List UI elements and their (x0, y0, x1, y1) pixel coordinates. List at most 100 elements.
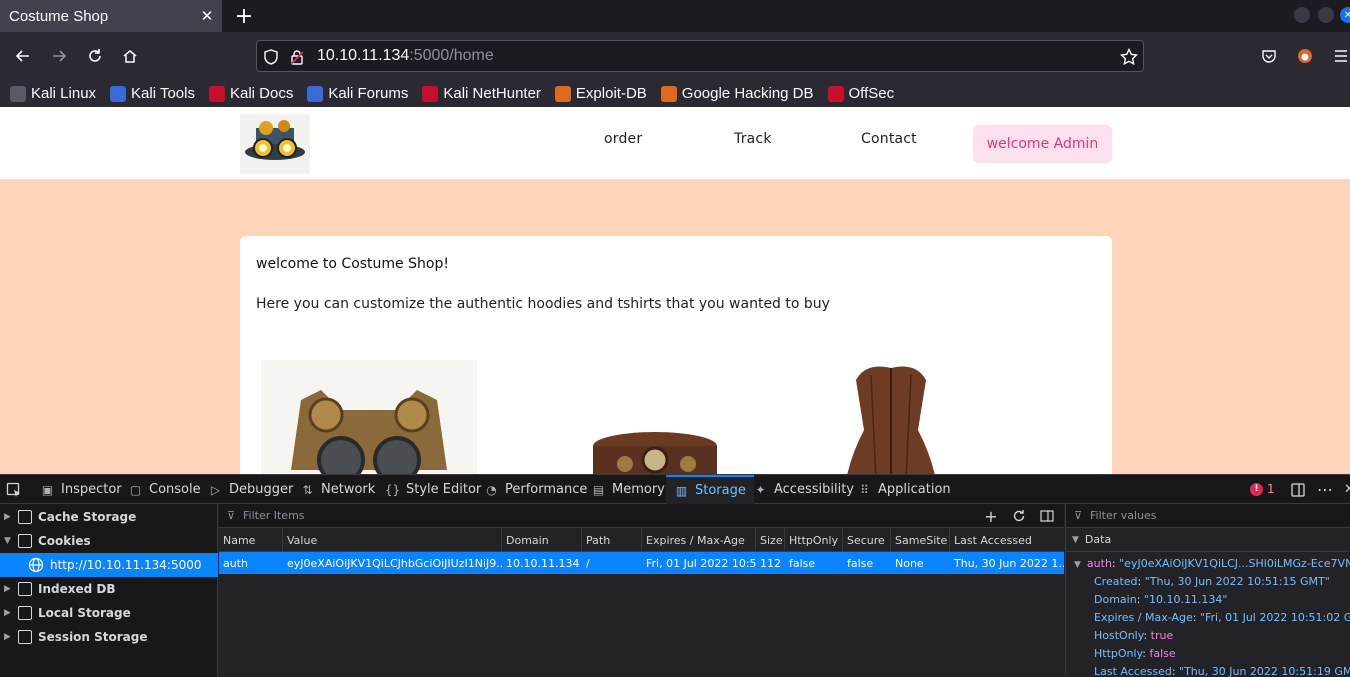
bookmark-kali-linux[interactable]: Kali Linux (10, 85, 96, 102)
tab-storage[interactable]: ▥ Storage (666, 475, 754, 504)
column-name[interactable]: Name (219, 528, 283, 552)
bookmark-kali-tools[interactable]: Kali Tools (110, 85, 195, 102)
tree-item-session-storage[interactable]: ▶ Session Storage (0, 625, 218, 649)
storage-tree: ▶ Cache Storage ▼ Cookies http://10.10.11.… (0, 504, 218, 677)
expand-arrow-icon[interactable]: ▶ (4, 632, 18, 642)
add-item-button[interactable]: + (981, 506, 1001, 526)
data-hostonly[interactable]: HostOnly: true (1094, 629, 1173, 642)
filter-items-input[interactable]: Filter Items (243, 509, 305, 522)
bookmark-offsec[interactable]: OffSec (827, 85, 894, 102)
tab-network[interactable]: ⇅ Network (300, 475, 375, 504)
cell-secure[interactable]: false (843, 552, 891, 574)
nav-track-link[interactable]: Track (734, 131, 772, 147)
bookmark-google-hacking-db[interactable]: Google Hacking DB (660, 85, 814, 102)
column-size[interactable]: Size (756, 528, 785, 552)
column-secure[interactable]: Secure (843, 528, 891, 552)
filter-values-input[interactable]: Filter values (1090, 509, 1157, 522)
dock-side-icon[interactable] (1290, 475, 1306, 504)
filter-items-bar[interactable]: ⊽ Filter Items + (219, 504, 1064, 528)
extension-fox-icon[interactable] (1293, 44, 1317, 68)
column-httponly[interactable]: HttpOnly (785, 528, 843, 552)
cell-last-accessed[interactable]: Thu, 30 Jun 2022 1... (950, 552, 1064, 574)
bookmark-kali-docs[interactable]: Kali Docs (208, 85, 293, 102)
collapse-arrow-icon[interactable]: ▼ (1072, 535, 1079, 545)
tab-console[interactable]: ▢ Console (128, 475, 201, 504)
data-httponly[interactable]: HttpOnly: false (1094, 647, 1176, 660)
error-count-badge[interactable]: ! 1 (1250, 482, 1275, 496)
cell-samesite[interactable]: None (891, 552, 950, 574)
nav-order-link[interactable]: order (604, 131, 642, 147)
tree-item-indexed-db[interactable]: ▶ Indexed DB (0, 577, 218, 601)
tree-item-cookies[interactable]: ▼ Cookies (0, 529, 218, 553)
column-samesite[interactable]: SameSite (891, 528, 950, 552)
expand-arrow-icon[interactable]: ▶ (4, 608, 18, 618)
data-domain[interactable]: Domain: "10.10.11.134" (1094, 593, 1228, 606)
tab-application[interactable]: ⠿ Application (857, 475, 951, 504)
forward-arrow-icon[interactable] (47, 44, 71, 68)
element-picker-icon[interactable] (6, 475, 22, 504)
data-expires[interactable]: Expires / Max-Age: "Fri, 01 Jul 2022 10:… (1094, 611, 1350, 624)
costume-shop-logo[interactable] (240, 114, 310, 174)
cell-name[interactable]: auth (219, 552, 283, 574)
tab-accessibility[interactable]: ✦ Accessibility (753, 475, 854, 504)
table-row[interactable]: auth eyJ0eXAiOiJKV1QiLCJhbGciOiJIUzI1NiJ… (219, 552, 1064, 574)
column-domain[interactable]: Domain (502, 528, 582, 552)
product-steampunk-mask-image[interactable] (261, 360, 477, 474)
tree-item-cookie-host[interactable]: http://10.10.11.134:5000 (0, 553, 218, 577)
browser-tab[interactable]: Costume Shop ✕ (0, 0, 222, 32)
data-section-header[interactable]: ▼ Data (1066, 528, 1350, 552)
menu-hamburger-icon[interactable] (1329, 44, 1350, 68)
pocket-icon[interactable] (1257, 44, 1281, 68)
more-options-icon[interactable]: ⋯ (1317, 475, 1333, 504)
filter-values-bar[interactable]: ⊽ Filter values (1066, 504, 1350, 528)
collapse-arrow-icon[interactable]: ▼ (4, 536, 18, 546)
data-created[interactable]: Created: "Thu, 30 Jun 2022 10:51:15 GMT" (1094, 575, 1330, 588)
reload-icon[interactable] (83, 44, 107, 68)
close-devtools-icon[interactable]: ✕ (1344, 475, 1350, 504)
back-arrow-icon[interactable] (11, 44, 35, 68)
cell-size[interactable]: 112 (756, 552, 785, 574)
tree-item-cache-storage[interactable]: ▶ Cache Storage (0, 505, 218, 529)
tree-item-local-storage[interactable]: ▶ Local Storage (0, 601, 218, 625)
cell-path[interactable]: / (582, 552, 642, 574)
nav-contact-link[interactable]: Contact (861, 131, 917, 147)
cell-domain[interactable]: 10.10.11.134 (502, 552, 582, 574)
data-last-accessed[interactable]: Last Accessed: "Thu, 30 Jun 2022 10:51:1… (1094, 665, 1350, 677)
tab-style-editor[interactable]: {} Style Editor (385, 475, 481, 504)
data-value: "Thu, 30 Jun 2022 10:51:19 GMT" (1179, 665, 1350, 677)
tab-performance[interactable]: ◔ Performance (484, 475, 587, 504)
column-value[interactable]: Value (283, 528, 502, 552)
url-bar[interactable]: 10.10.11.134:5000/home (256, 40, 1144, 72)
column-path[interactable]: Path (582, 528, 642, 552)
shield-icon[interactable] (261, 47, 281, 67)
cell-value[interactable]: eyJ0eXAiOiJKV1QiLCJhbGciOiJIUzI1NiJ9.... (283, 552, 502, 574)
url-text[interactable]: 10.10.11.134:5000/home (317, 47, 494, 65)
column-expires[interactable]: Expires / Max-Age (642, 528, 756, 552)
tab-inspector[interactable]: ▣ Inspector (40, 475, 122, 504)
product-steampunk-hat-image[interactable] (580, 426, 730, 474)
expand-arrow-icon[interactable]: ▶ (4, 512, 18, 522)
bookmark-star-icon[interactable] (1119, 47, 1139, 67)
bookmark-kali-forums[interactable]: Kali Forums (307, 85, 408, 102)
bookmark-kali-nethunter[interactable]: Kali NetHunter (422, 85, 541, 102)
maximize-button[interactable] (1318, 7, 1334, 23)
minimize-button[interactable] (1294, 7, 1310, 23)
close-window-button[interactable]: ✕ (1340, 7, 1350, 23)
toggle-sidebar-icon[interactable] (1037, 506, 1057, 526)
refresh-items-icon[interactable] (1009, 506, 1029, 526)
bookmark-exploit-db[interactable]: Exploit-DB (554, 85, 647, 102)
tab-memory[interactable]: ▤ Memory (591, 475, 665, 504)
close-tab-icon[interactable]: ✕ (196, 5, 218, 27)
data-root-auth[interactable]: ▼ auth: "eyJ0eXAiOiJKV1QiLCJ...SHl0iLMGz-… (1074, 557, 1350, 570)
new-tab-button[interactable]: + (232, 4, 256, 29)
cell-expires[interactable]: Fri, 01 Jul 2022 10:5... (642, 552, 756, 574)
product-corset-image[interactable] (836, 360, 946, 474)
lock-icon[interactable] (287, 47, 307, 67)
tab-debugger[interactable]: ▷ Debugger (208, 475, 293, 504)
home-icon[interactable] (118, 44, 142, 68)
expand-arrow-icon[interactable]: ▶ (4, 584, 18, 594)
welcome-admin-button[interactable]: welcome Admin (973, 125, 1112, 163)
cell-httponly[interactable]: false (785, 552, 843, 574)
collapse-arrow-icon[interactable]: ▼ (1074, 560, 1081, 570)
column-last-accessed[interactable]: Last Accessed (950, 528, 1064, 552)
